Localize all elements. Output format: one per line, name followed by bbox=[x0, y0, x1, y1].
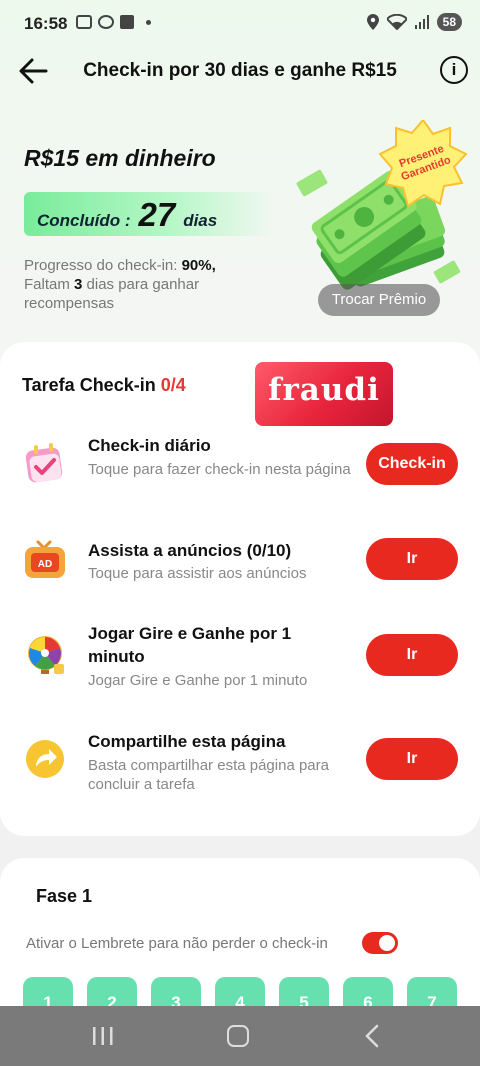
task-subtitle: Toque para fazer check-in nesta página bbox=[88, 461, 351, 478]
completed-days-count: 27 bbox=[138, 196, 176, 233]
completed-days-unit: dias bbox=[183, 211, 218, 230]
task-title: Assista a anúncios (0/10) bbox=[88, 541, 292, 560]
reminder-toggle[interactable] bbox=[362, 932, 398, 954]
task-subtitle: Jogar Gire e Ganhe por 1 minuto bbox=[88, 672, 308, 689]
reminder-label: Ativar o Lembrete para não perder o chec… bbox=[26, 935, 328, 952]
completed-label: Concluído : bbox=[37, 211, 131, 230]
swap-prize-button[interactable]: Trocar Prêmio bbox=[318, 284, 440, 316]
share-page-go-button[interactable]: Ir bbox=[366, 738, 458, 780]
progress-text: Progresso do check-in: 90%, Faltam 3 dia… bbox=[24, 256, 264, 313]
phase-title: Fase 1 bbox=[36, 886, 93, 906]
page-title: Check-in por 30 dias e ganhe R$15 bbox=[83, 60, 397, 81]
header: Check-in por 30 dias e ganhe R$15 i bbox=[0, 50, 480, 92]
task-heading: Tarefa Check-in 0/4 bbox=[22, 375, 186, 396]
task-subtitle: Toque para assistir aos anúncios bbox=[88, 565, 307, 582]
progress-prefix: Progresso do check-in: bbox=[24, 257, 178, 274]
battery-indicator: 58 bbox=[436, 13, 462, 31]
task-count: 0/4 bbox=[160, 375, 186, 395]
completed-days-banner: Concluído : 27 dias bbox=[24, 192, 274, 236]
task-subtitle: Basta compartilhar esta página para conc… bbox=[88, 757, 329, 793]
task-title: Jogar Gire e Ganhe por 1 minuto bbox=[88, 624, 292, 666]
calendar-check-icon bbox=[25, 443, 63, 483]
fraudi-logo-text: fraudi bbox=[268, 372, 380, 408]
more-notifications-icon bbox=[146, 19, 151, 25]
toggle-knob bbox=[379, 935, 395, 951]
home-icon[interactable] bbox=[227, 1025, 249, 1047]
signal-icon bbox=[414, 15, 429, 29]
spin-wheel-go-button[interactable]: Ir bbox=[366, 634, 458, 676]
wifi-icon bbox=[386, 14, 407, 30]
fraudi-logo: fraudi bbox=[255, 362, 393, 426]
nav-back-icon[interactable] bbox=[362, 1024, 384, 1048]
remaining-days: 3 bbox=[74, 276, 83, 293]
svg-text:AD: AD bbox=[38, 559, 52, 570]
status-right-icons: 58 bbox=[366, 13, 462, 31]
watch-ads-go-button[interactable]: Ir bbox=[366, 538, 458, 580]
eye-notification-icon bbox=[98, 15, 114, 29]
task-title: Compartilhe esta página bbox=[88, 732, 286, 751]
info-icon[interactable]: i bbox=[440, 56, 468, 84]
task-heading-label: Tarefa Check-in bbox=[22, 375, 156, 395]
share-arrow-icon bbox=[26, 740, 64, 778]
location-icon bbox=[366, 14, 379, 30]
status-time: 16:58 bbox=[24, 14, 68, 33]
task-title: Check-in diário bbox=[88, 436, 211, 455]
progress-value: 90%, bbox=[181, 257, 216, 274]
checkin-button[interactable]: Check-in bbox=[366, 443, 458, 485]
remaining-prefix: Faltam bbox=[24, 276, 70, 293]
notification-icons bbox=[76, 15, 151, 29]
spin-wheel-icon bbox=[28, 636, 64, 674]
reward-title: R$15 em dinheiro bbox=[24, 145, 216, 171]
recents-icon[interactable] bbox=[92, 1026, 114, 1046]
status-bar: 16:58 58 bbox=[0, 0, 480, 48]
s-app-notification-icon bbox=[120, 15, 134, 29]
gallery-notification-icon bbox=[76, 15, 92, 29]
tv-ad-icon: AD bbox=[25, 540, 65, 578]
system-nav-bar bbox=[0, 1006, 480, 1066]
